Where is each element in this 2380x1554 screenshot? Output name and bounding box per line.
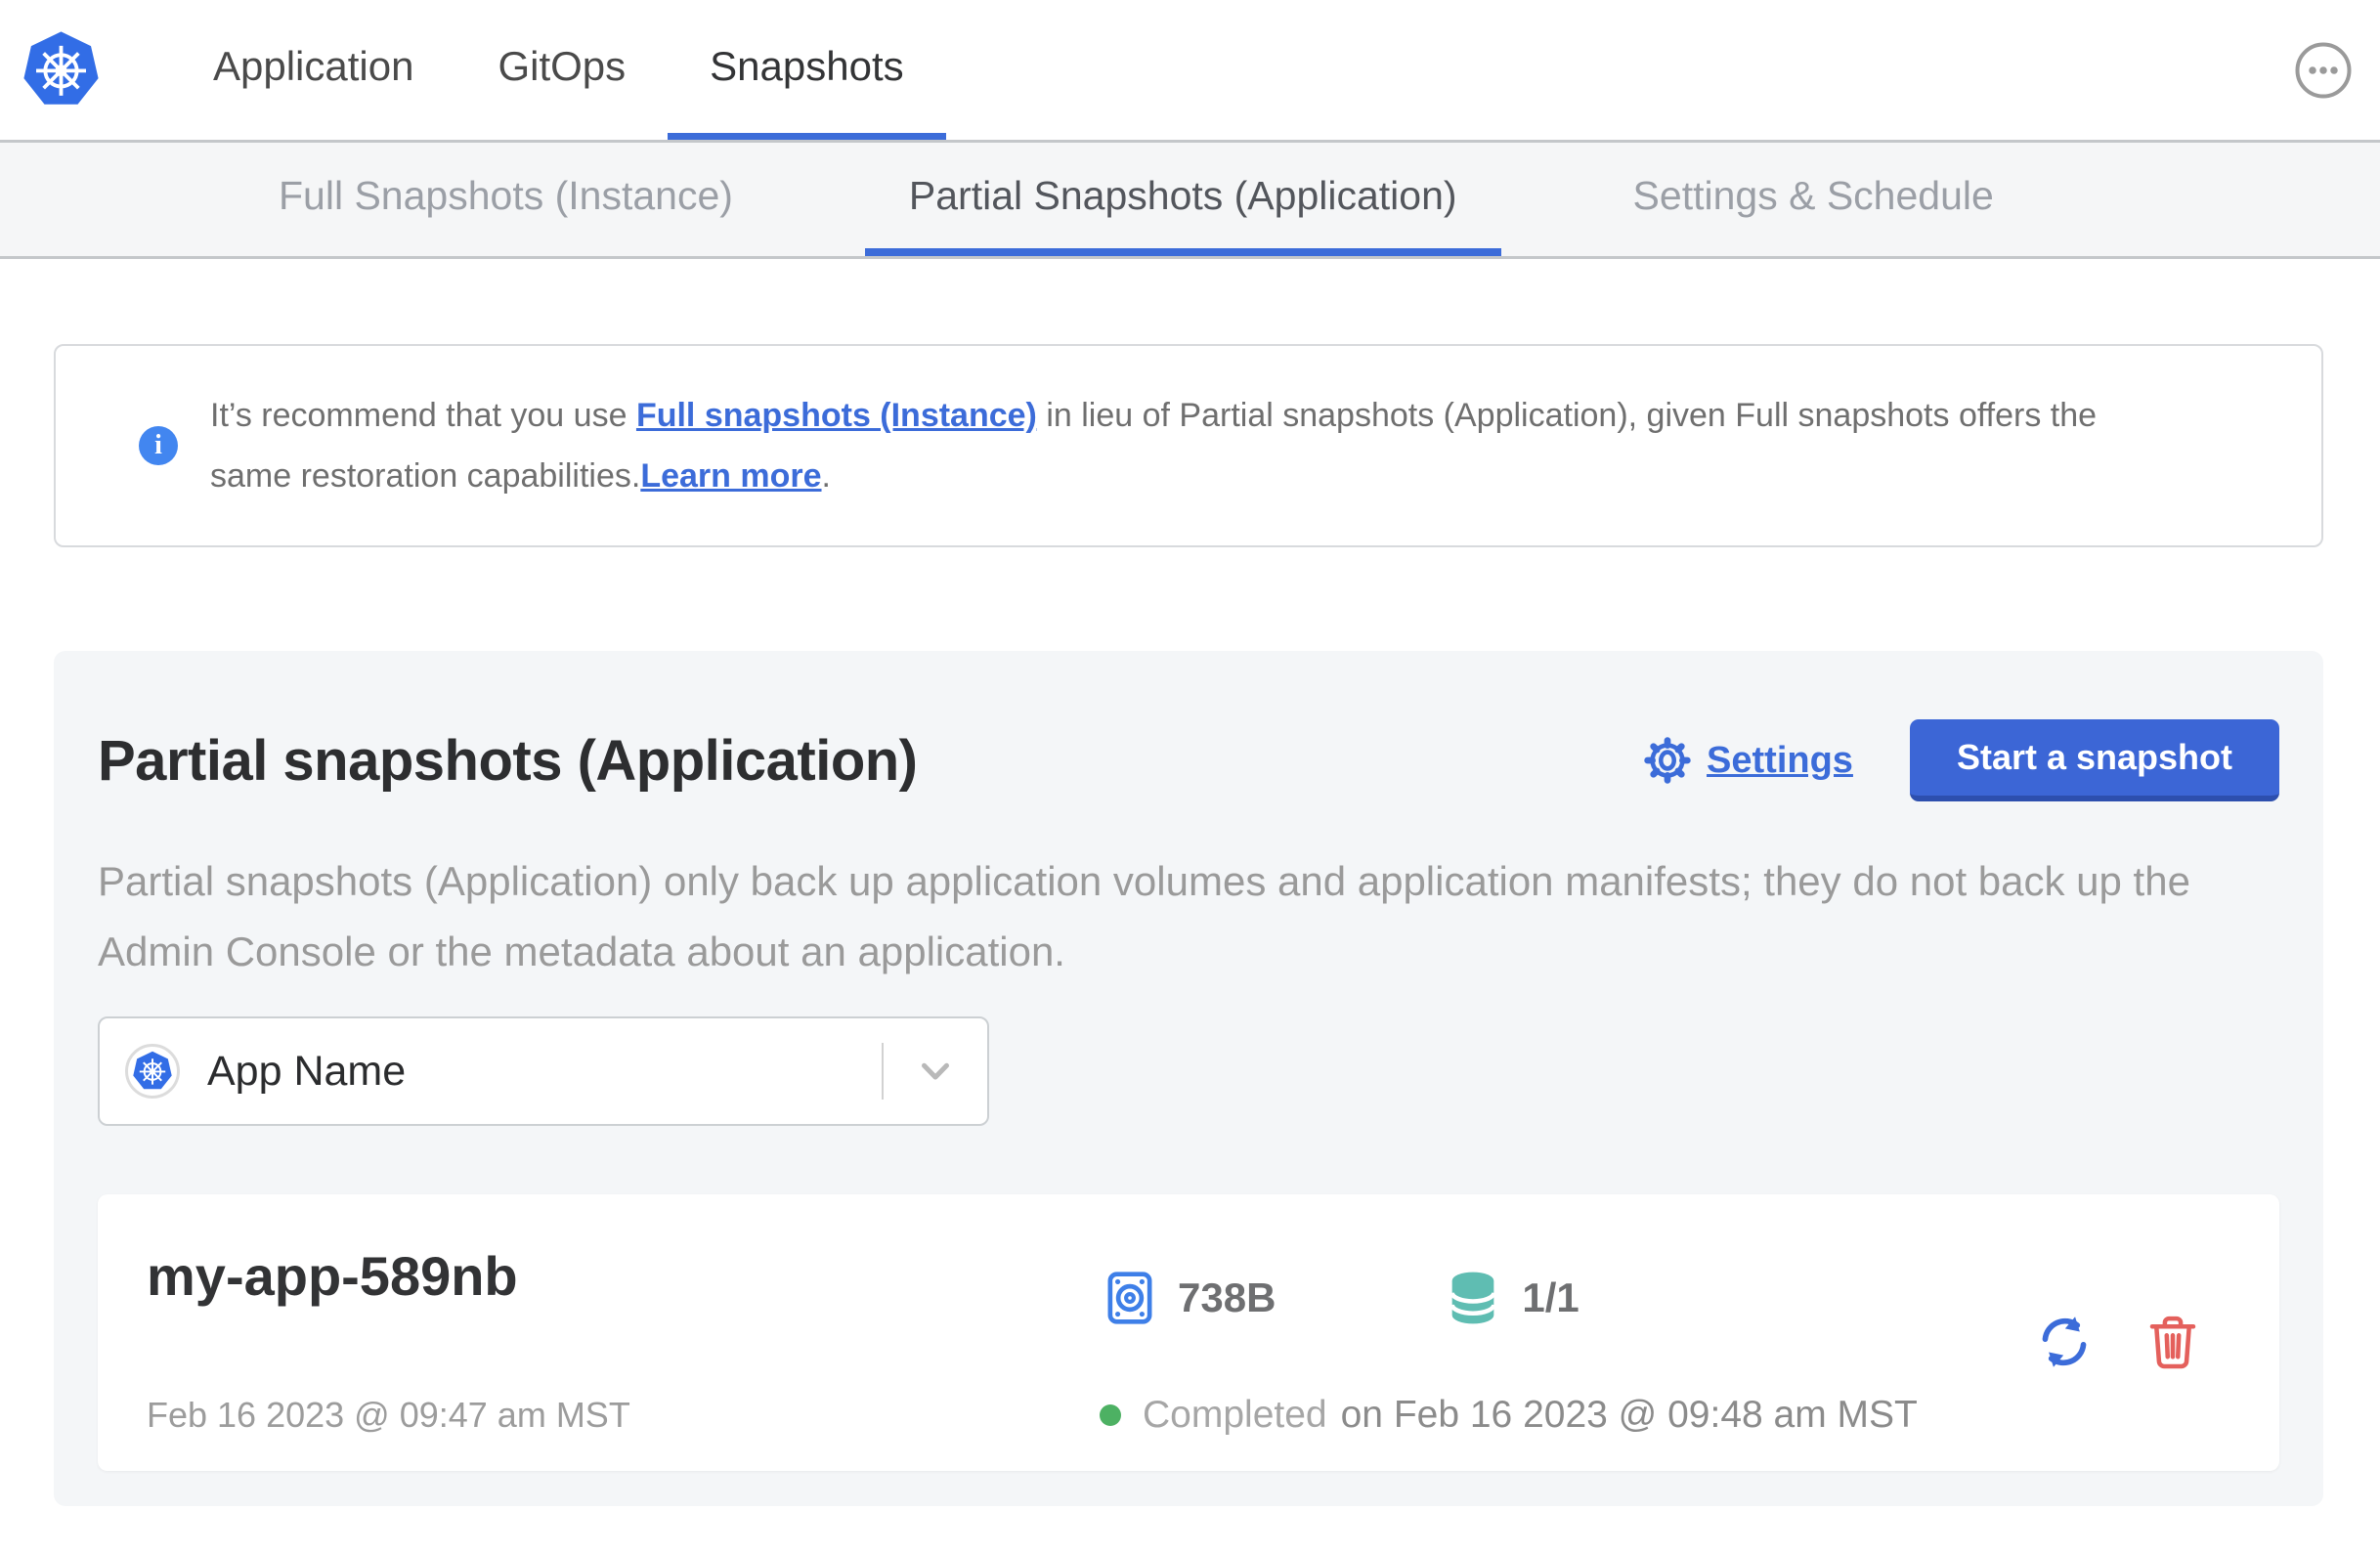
learn-more-link[interactable]: Learn more (640, 457, 821, 495)
nav-item-application[interactable]: Application (171, 0, 455, 140)
app-name-selected-value: App Name (207, 1047, 407, 1095)
volumes-icon (1450, 1272, 1497, 1324)
info-banner-text: It’s recommend that you use Full snapsho… (210, 385, 2185, 506)
snapshot-actions (2031, 1309, 2201, 1375)
snapshots-subnav: Full Snapshots (Instance) Partial Snapsh… (0, 140, 2380, 259)
banner-text-end: . (821, 457, 831, 495)
page-content: i It’s recommend that you use Full snaps… (0, 344, 2380, 1506)
kubernetes-logo-icon (20, 28, 103, 111)
nav-item-snapshots[interactable]: Snapshots (668, 0, 946, 140)
snapshot-volume-count: 1/1 (1522, 1274, 1579, 1320)
snapshot-details: 738B 1/1 Completed on Feb 16 2023 @ 09:4… (1100, 1194, 1918, 1471)
main-nav: Application GitOps Snapshots (171, 0, 946, 140)
top-navigation-bar: Application GitOps Snapshots (0, 0, 2380, 140)
info-banner: i It’s recommend that you use Full snaps… (54, 344, 2323, 547)
full-snapshots-link[interactable]: Full snapshots (Instance) (636, 397, 1037, 434)
partial-snapshots-panel: Partial snapshots (Application) Settings… (54, 651, 2323, 1506)
nav-item-gitops[interactable]: GitOps (455, 0, 668, 140)
dropdown-control (882, 1018, 987, 1124)
panel-header: Partial snapshots (Application) Settings… (98, 719, 2279, 801)
banner-text-start: It’s recommend that you use (210, 397, 636, 434)
ellipsis-menu-icon[interactable] (2294, 41, 2353, 100)
app-name-dropdown[interactable]: App Name (98, 1016, 989, 1126)
start-snapshot-button[interactable]: Start a snapshot (1909, 719, 2279, 801)
gear-icon (1644, 737, 1691, 784)
admin-console-screen: Application GitOps Snapshots Full Snapsh… (0, 0, 2380, 1554)
snapshot-settings-link[interactable]: Settings (1642, 735, 1853, 786)
kubernetes-app-icon (125, 1044, 180, 1099)
disk-size-icon (1107, 1272, 1152, 1324)
snapshot-started-timestamp: Feb 16 2023 @ 09:47 am MST (147, 1395, 630, 1435)
snapshot-completed-timestamp: on Feb 16 2023 @ 09:48 am MST (1340, 1394, 1918, 1436)
panel-description: Partial snapshots (Application) only bac… (98, 858, 2190, 974)
panel-title: Partial snapshots (Application) (98, 728, 918, 793)
settings-link-label: Settings (1707, 739, 1853, 781)
snapshot-status: Completed (1143, 1394, 1327, 1436)
status-dot-icon (1100, 1404, 1121, 1426)
snapshot-meta-row: 738B 1/1 (1100, 1267, 1918, 1329)
delete-snapshot-button[interactable] (2144, 1312, 2201, 1372)
snapshot-row: my-app-589nb Feb 16 2023 @ 09:47 am MST (98, 1194, 2279, 1471)
restore-snapshot-button[interactable] (2031, 1309, 2098, 1375)
info-icon: i (139, 426, 178, 465)
snapshot-status-row: Completed on Feb 16 2023 @ 09:48 am MST (1100, 1394, 1918, 1437)
panel-header-actions: Settings Start a snapshot (1642, 719, 2279, 801)
trash-icon (2149, 1316, 2196, 1368)
snapshot-identity: my-app-589nb Feb 16 2023 @ 09:47 am MST (147, 1194, 1100, 1471)
snapshot-name: my-app-589nb (147, 1245, 518, 1307)
tab-full-snapshots-instance[interactable]: Full Snapshots (Instance) (235, 143, 777, 256)
restore-icon (2042, 1316, 2087, 1367)
snapshot-size: 738B (1178, 1274, 1277, 1320)
tab-settings-schedule[interactable]: Settings & Schedule (1589, 143, 2038, 256)
tab-partial-snapshots-application[interactable]: Partial Snapshots (Application) (864, 143, 1501, 256)
chevron-down-icon[interactable] (884, 1018, 987, 1124)
